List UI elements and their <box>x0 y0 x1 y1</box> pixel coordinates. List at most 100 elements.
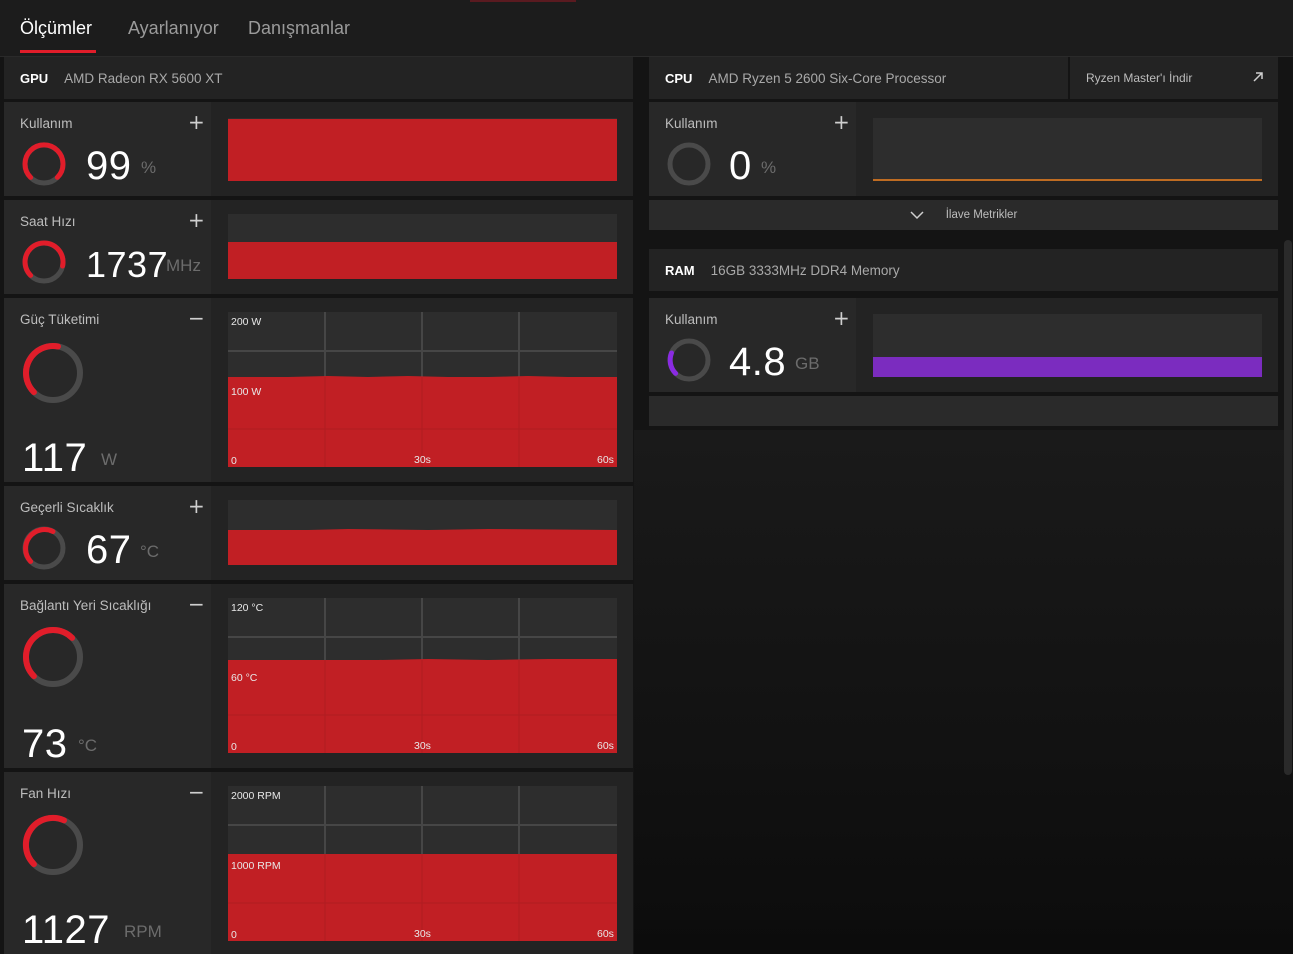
y-axis-label: 2000 RPM <box>231 790 281 802</box>
external-link-icon <box>1253 72 1263 82</box>
gauge-icon <box>22 142 66 186</box>
gpu-clock-metric: Saat Hızı + 1737 MHz <box>4 200 633 294</box>
ram-header: RAM 16GB 3333MHz DDR4 Memory <box>649 249 1278 291</box>
gpu-header: GPU AMD Radeon RX 5600 XT <box>4 57 633 99</box>
gpu-kind-label: GPU <box>20 70 49 86</box>
top-tab-bar: Ölçümler Ayarlanıyor Danışmanlar <box>0 0 1293 57</box>
gpu-name: AMD Radeon RX 5600 XT <box>64 70 223 86</box>
metric-unit: RPM <box>124 922 162 941</box>
metric-label: Fan Hızı <box>20 786 72 801</box>
expand-toggle[interactable]: + <box>833 306 850 330</box>
y-axis-label: 120 °C <box>231 602 264 614</box>
ram-usage-chart <box>873 314 1262 377</box>
gauge-icon <box>22 814 83 875</box>
gauge-icon <box>22 240 66 284</box>
metric-label: Geçerli Sıcaklık <box>20 500 114 515</box>
background <box>634 430 1293 954</box>
cpu-usage-chart-line <box>873 179 1262 181</box>
cpu-header: CPU AMD Ryzen 5 2600 Six-Core Processor <box>649 57 1068 99</box>
ryzen-master-label: Ryzen Master'ı İndir <box>1086 71 1193 85</box>
scrollbar[interactable] <box>1284 240 1292 775</box>
metric-label: Saat Hızı <box>20 214 76 229</box>
clock-chart-fill <box>228 242 617 279</box>
gauge-icon <box>23 343 83 403</box>
metric-unit: % <box>141 158 157 177</box>
metric-value: 4.8 <box>729 340 787 384</box>
metric-label: Kullanım <box>665 116 718 131</box>
y-axis-label: 200 W <box>231 316 262 328</box>
x-axis-label: 60s <box>597 454 614 466</box>
x-axis-label: 30s <box>414 740 431 752</box>
ram-footer-bar <box>649 396 1278 426</box>
power-chart: 200 W 100 W 0 30s 60s <box>228 312 617 467</box>
x-axis-label: 30s <box>414 928 431 940</box>
additional-metrics-label: İlave Metrikler <box>945 209 1018 221</box>
y-axis-label: 1000 RPM <box>231 860 281 872</box>
gpu-power-metric: Güç Tüketimi − 117 W 200 W 100 W 0 30s 6… <box>4 298 633 482</box>
metric-label: Güç Tüketimi <box>20 312 100 327</box>
x-axis-label: 60s <box>597 740 614 752</box>
ram-usage-metric: Kullanım + 4.8 GB <box>649 298 1278 392</box>
y-axis-label: 0 <box>231 741 237 753</box>
gpu-usage-metric: Kullanım + 99 % <box>4 102 633 196</box>
gpu-junction-metric: Bağlantı Yeri Sıcaklığı − 73 °C 120 °C 6… <box>4 584 633 768</box>
metric-label: Kullanım <box>20 116 73 131</box>
gauge-icon <box>22 626 83 687</box>
junction-chart-plot <box>228 598 617 753</box>
expand-toggle[interactable]: + <box>833 110 850 134</box>
top-accent <box>470 0 576 2</box>
metric-value: 67 <box>86 528 132 572</box>
metric-unit: °C <box>78 736 98 755</box>
collapse-toggle[interactable]: − <box>188 780 205 804</box>
expand-toggle[interactable]: + <box>188 208 205 232</box>
gauge-icon <box>667 142 711 186</box>
power-chart-plot <box>228 312 617 467</box>
active-tab-indicator <box>20 50 96 53</box>
clock-chart <box>228 214 617 279</box>
metric-value: 1127 <box>22 908 111 952</box>
metric-value: 99 <box>86 144 132 188</box>
usage-chart-fill <box>228 119 617 181</box>
chevron-down-icon <box>910 211 924 220</box>
y-axis-label: 60 °C <box>231 672 258 684</box>
ram-name: 16GB 3333MHz DDR4 Memory <box>710 262 900 278</box>
cpu-name: AMD Ryzen 5 2600 Six-Core Processor <box>708 70 947 86</box>
temp-chart-fill <box>228 529 617 565</box>
metric-label: Bağlantı Yeri Sıcaklığı <box>20 598 152 613</box>
metric-unit: °C <box>140 542 160 561</box>
metric-unit: MHz <box>166 256 201 275</box>
junction-chart: 120 °C 60 °C 0 30s 60s <box>228 598 617 753</box>
metric-unit: % <box>761 158 777 177</box>
gpu-fan-metric: Fan Hızı − 1127 RPM 2000 RPM 1000 RPM 0 … <box>4 772 633 954</box>
metric-value: 0 <box>729 144 752 188</box>
gauge-icon <box>667 338 711 382</box>
x-axis-label: 30s <box>414 454 431 466</box>
metric-value: 117 <box>22 436 88 480</box>
ryzen-master-link[interactable]: Ryzen Master'ı İndir <box>1070 57 1278 99</box>
fan-chart-plot <box>228 786 617 941</box>
y-axis-label: 0 <box>231 455 237 467</box>
tab-danismanlar[interactable]: Danışmanlar <box>248 18 350 39</box>
fan-chart: 2000 RPM 1000 RPM 0 30s 60s <box>228 786 617 941</box>
expand-toggle[interactable]: + <box>188 494 205 518</box>
tab-ayarlaniyor[interactable]: Ayarlanıyor <box>128 18 219 39</box>
collapse-toggle[interactable]: − <box>188 306 205 330</box>
x-axis-label: 60s <box>597 928 614 940</box>
ram-kind-label: RAM <box>665 262 695 278</box>
gpu-temp-metric: Geçerli Sıcaklık + 67 °C <box>4 486 633 580</box>
metric-unit: W <box>101 450 118 469</box>
usage-chart <box>228 118 617 181</box>
metric-value: 1737 <box>86 244 169 285</box>
expand-toggle[interactable]: + <box>188 110 205 134</box>
gauge-icon <box>22 526 66 570</box>
additional-metrics-toggle[interactable]: İlave Metrikler <box>649 200 1278 230</box>
temp-chart <box>228 500 617 565</box>
ram-usage-chart-fill <box>873 357 1262 377</box>
cpu-usage-metric: Kullanım + 0 % <box>649 102 1278 196</box>
y-axis-label: 0 <box>231 929 237 941</box>
cpu-kind-label: CPU <box>665 70 693 86</box>
metric-value: 73 <box>22 722 68 766</box>
tab-olcumler[interactable]: Ölçümler <box>20 18 92 39</box>
y-axis-label: 100 W <box>231 386 262 398</box>
collapse-toggle[interactable]: − <box>188 592 205 616</box>
